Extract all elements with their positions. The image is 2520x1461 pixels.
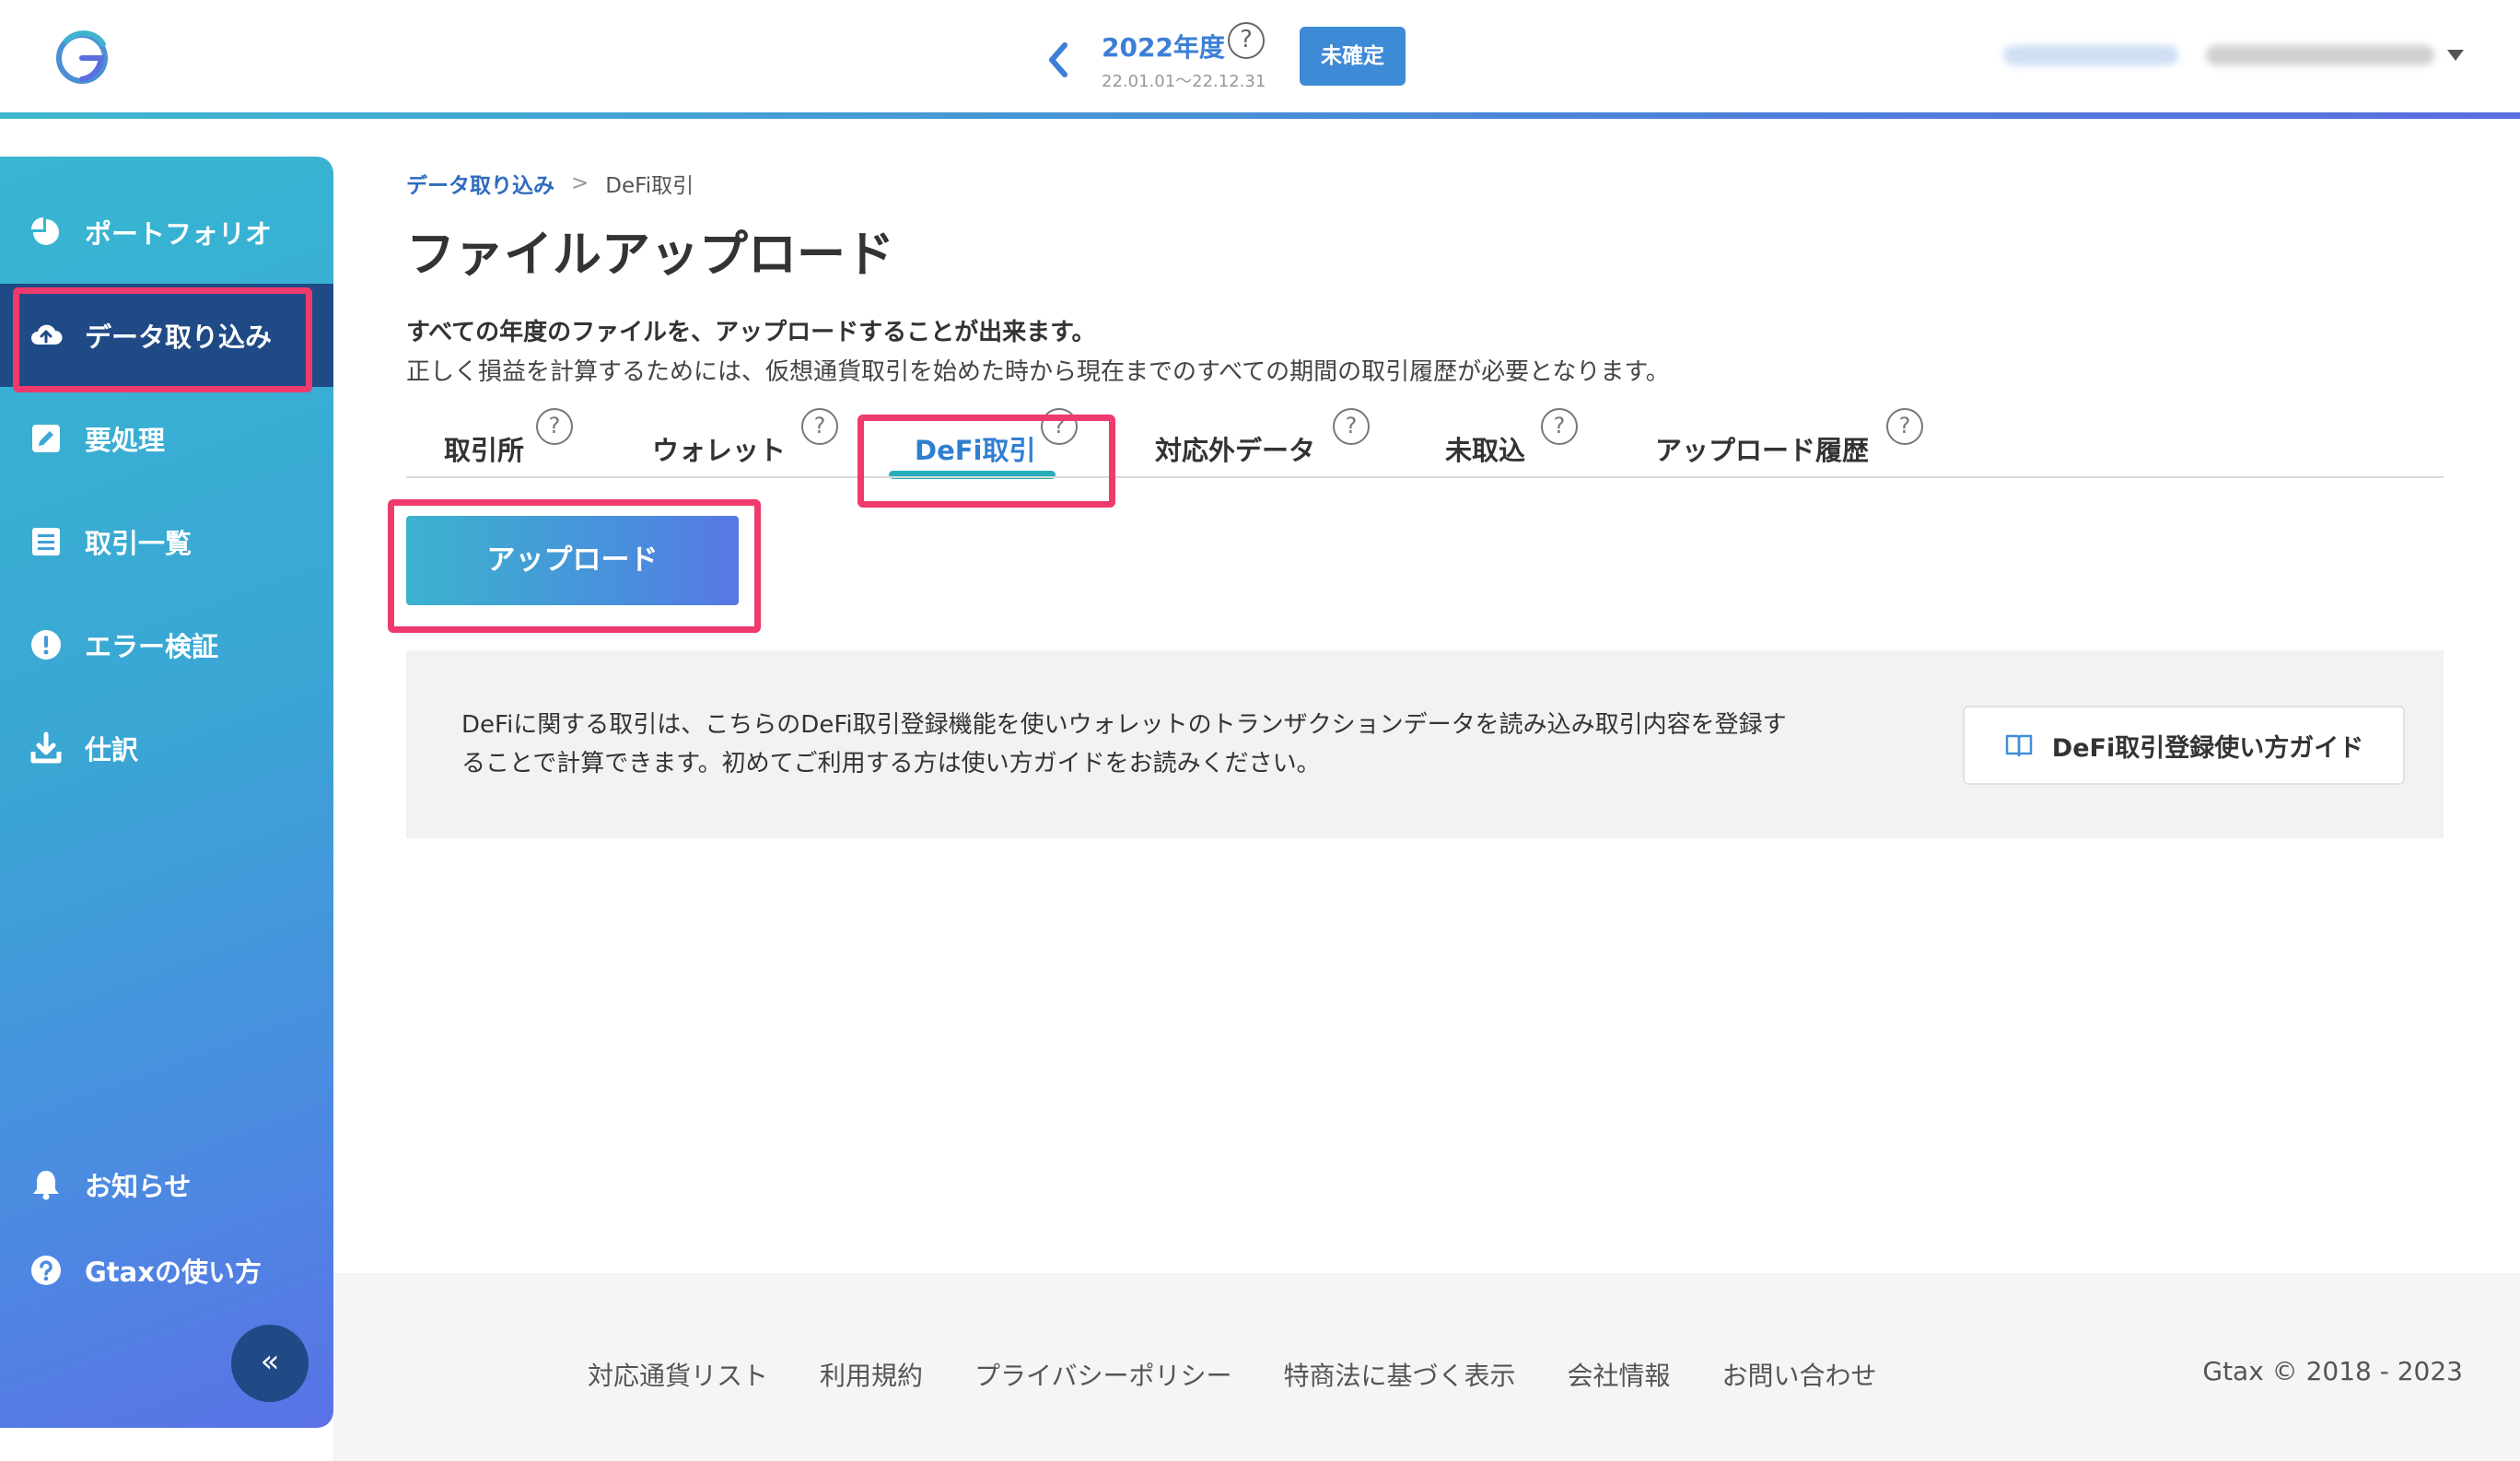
tabs-divider [406,476,2444,478]
caret-down-icon [2447,50,2464,61]
sidebar-item-how-to-use[interactable]: Gtaxの使い方 [0,1219,333,1322]
tab-wallet-help-icon[interactable]: ? [801,408,838,445]
sidebar-item-label: 要処理 [85,425,166,456]
alert-icon [31,630,61,660]
highlight-tab-defi [858,415,1115,508]
sidebar-item-journal[interactable]: 仕訳 [0,696,333,800]
copyright: Gtax © 2018 - 2023 [2202,1356,2463,1386]
sidebar-item-portfolio[interactable]: ポートフォリオ [0,181,333,284]
footer-link-company-info[interactable]: 会社情報 [1568,1356,1671,1393]
sidebar-item-transactions[interactable]: 取引一覧 [0,490,333,593]
defi-info-text: DeFiに関する取引は、こちらのDeFi取引登録機能を使いウォレットのトランザク… [461,706,1935,783]
tab-exchange[interactable]: 取引所 [444,429,524,468]
chevron-left-icon[interactable] [1041,32,1074,88]
tab-not-imported[interactable]: 未取込 [1445,429,1525,468]
breadcrumb: データ取り込み > DeFi取引 [406,168,694,199]
breadcrumb-current: DeFi取引 [605,174,694,198]
defi-info-line: DeFiに関する取引は、こちらのDeFi取引登録機能を使いウォレットのトランザク… [461,711,1787,739]
sidebar-item-label: ポートフォリオ [85,218,273,250]
defi-info-box: DeFiに関する取引は、こちらのDeFi取引登録機能を使いウォレットのトランザク… [406,650,2444,838]
sidebar-item-label: 仕訳 [85,734,139,766]
tab-exchange-help-icon[interactable]: ? [536,408,573,445]
sidebar-item-needs-action[interactable]: 要処理 [0,387,333,490]
status-badge: 未確定 [1300,27,1406,86]
sidebar-item-label: お知らせ [85,1171,192,1202]
top-header: 2022年度 22.01.01〜22.12.31 ? 未確定 [0,0,2520,112]
help-icon [31,1256,61,1285]
user-email-redacted [2206,45,2434,65]
tab-unsupported-data-help-icon[interactable]: ? [1333,408,1370,445]
footer-link-commercial-law[interactable]: 特商法に基づく表示 [1283,1356,1515,1393]
footer-link-contact[interactable]: お問い合わせ [1722,1356,1877,1393]
fiscal-year-period: 22.01.01〜22.12.31 [1102,72,1266,91]
page-description-bold: すべての年度のファイルを、アップロードすることが出来ます。 [406,319,1096,346]
download-icon [30,731,62,764]
footer-link-supported-currencies[interactable]: 対応通貨リスト [588,1356,768,1393]
book-icon [2005,734,2033,757]
sidebar-item-error-check[interactable]: エラー検証 [0,593,333,696]
sidebar-item-label: エラー検証 [85,631,219,662]
footer-link-privacy-policy[interactable]: プライバシーポリシー [974,1356,1231,1393]
header-gradient-line [0,112,2520,119]
edit-icon [32,425,60,452]
gtax-logo-icon[interactable] [48,22,116,90]
sidebar-item-label: 取引一覧 [85,528,192,559]
list-icon [32,528,60,555]
defi-guide-button[interactable]: DeFi取引登録使い方ガイド [1963,706,2405,785]
tab-upload-history[interactable]: アップロード履歴 [1655,429,1869,468]
sidebar-item-label: Gtaxの使い方 [85,1256,262,1288]
defi-info-line: ることで計算できます。初めてご利用する方は使い方ガイドをお読みください。 [461,750,1321,777]
sidebar-collapse-button[interactable]: « [231,1325,309,1402]
user-menu[interactable] [2003,37,2464,74]
footer: 対応通貨リスト 利用規約 プライバシーポリシー 特商法に基づく表示 会社情報 お… [333,1273,2520,1461]
tab-wallet[interactable]: ウォレット [652,429,786,468]
defi-guide-button-label: DeFi取引登録使い方ガイド [2051,733,2364,763]
footer-link-terms[interactable]: 利用規約 [820,1356,923,1393]
fiscal-year-help-icon[interactable]: ? [1228,22,1265,59]
tab-unsupported-data[interactable]: 対応外データ [1155,429,1315,468]
page-title: ファイルアップロード [406,227,894,283]
user-name-redacted [2003,45,2179,65]
pie-chart-icon [31,217,59,245]
tab-not-imported-help-icon[interactable]: ? [1541,408,1578,445]
footer-links: 対応通貨リスト 利用規約 プライバシーポリシー 特商法に基づく表示 会社情報 お… [588,1356,1929,1393]
tab-upload-history-help-icon[interactable]: ? [1886,408,1923,445]
page-description: 正しく損益を計算するためには、仮想通貨取引を始めた時から現在までのすべての期間の… [406,358,1670,386]
bell-icon [33,1171,59,1200]
highlight-sidebar-data-import [13,287,312,392]
highlight-upload-button [388,499,761,633]
breadcrumb-separator: > [571,171,589,195]
breadcrumb-link-data-import[interactable]: データ取り込み [406,168,554,199]
